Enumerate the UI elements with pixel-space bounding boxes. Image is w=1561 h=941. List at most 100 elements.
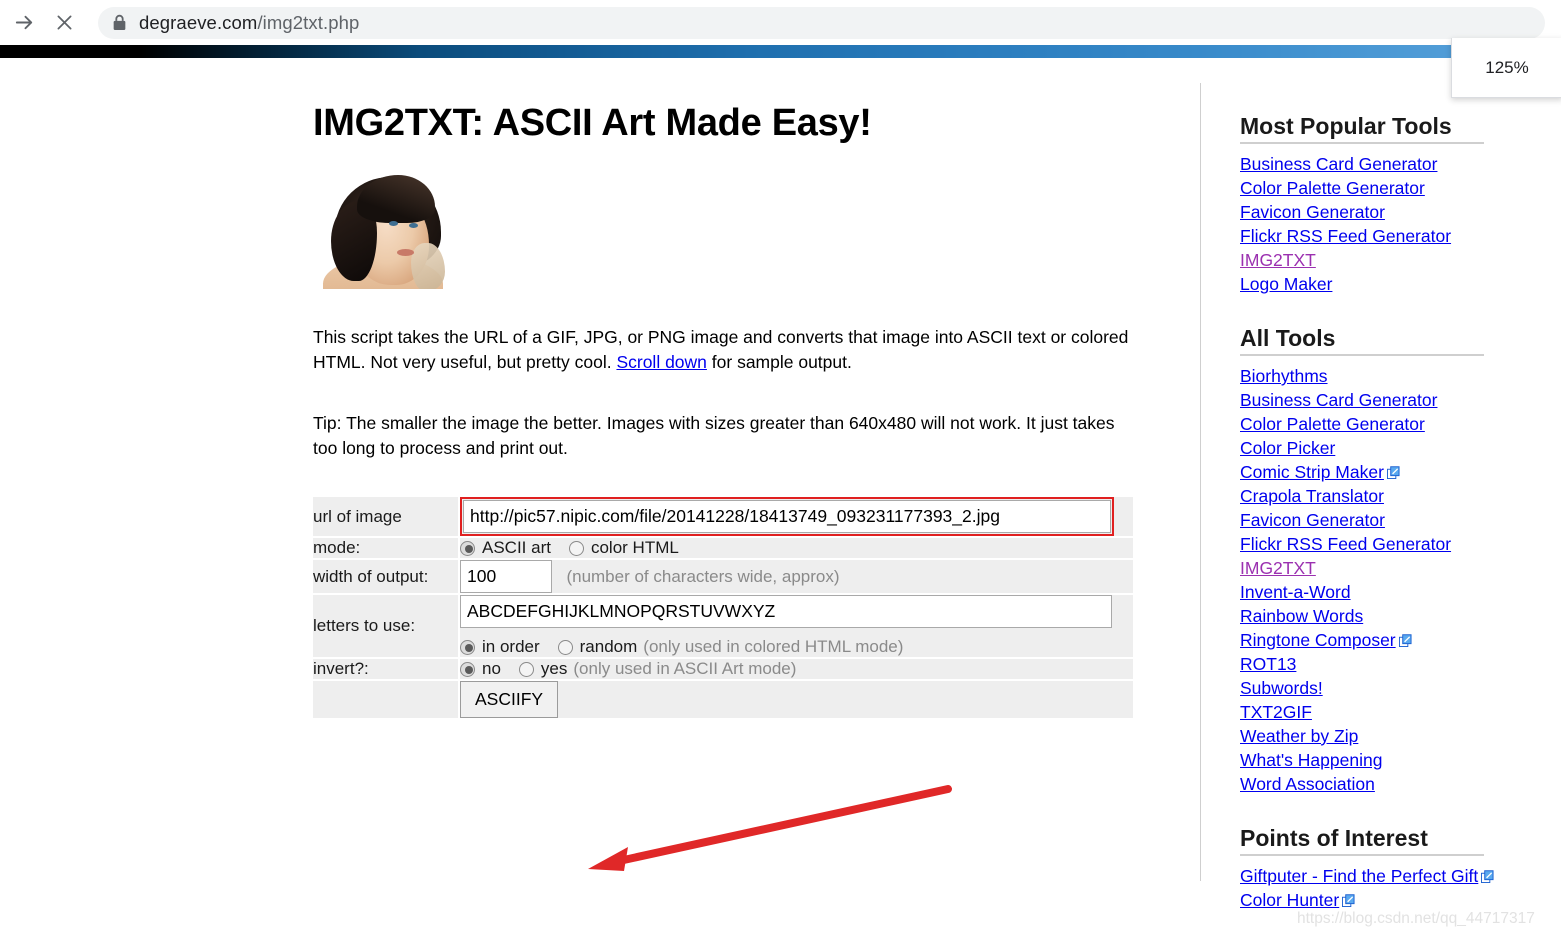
width-field-cell: (number of characters wide, approx) [460, 560, 1133, 595]
points-of-interest-list: Giftputer - Find the Perfect Gift Color H… [1240, 865, 1540, 913]
form-row-width: width of output: (number of characters w… [313, 560, 1133, 595]
list-item: Biorhythms [1240, 365, 1540, 389]
zoom-level-text: 125% [1485, 57, 1529, 77]
list-item: Rainbow Words [1240, 605, 1540, 629]
all-link-word-association[interactable]: Word Association [1240, 774, 1375, 794]
list-item: Invent-a-Word [1240, 581, 1540, 605]
popular-tools-rule [1240, 142, 1484, 144]
all-link-flickr-rss-feed-generator[interactable]: Flickr RSS Feed Generator [1240, 534, 1451, 554]
list-item: What's Happening [1240, 749, 1540, 773]
radio-label-color-html: color HTML [590, 538, 679, 557]
all-link-what-s-happening[interactable]: What's Happening [1240, 750, 1382, 770]
radio-dot-invert-no[interactable] [460, 661, 475, 677]
radio-dot-ascii-art[interactable] [460, 540, 475, 556]
radio-mode-ascii-art[interactable]: ASCII art [460, 538, 551, 558]
radio-label-ascii-art: ASCII art [482, 538, 551, 557]
radio-dot-color-html[interactable] [568, 540, 584, 556]
all-link-color-palette-generator[interactable]: Color Palette Generator [1240, 414, 1425, 434]
radio-dot-in-order[interactable] [460, 639, 475, 655]
points-of-interest-rule [1240, 854, 1484, 856]
external-link-icon [1398, 634, 1412, 647]
address-bar[interactable]: degraeve.com/img2txt.php [98, 6, 1545, 39]
all-link-color-picker[interactable]: Color Picker [1240, 438, 1335, 458]
width-input[interactable] [460, 560, 552, 593]
width-label: width of output: [313, 560, 460, 595]
all-tools-rule [1240, 354, 1484, 356]
list-item: Color Picker [1240, 437, 1540, 461]
popular-link-flickr-rss-feed-generator[interactable]: Flickr RSS Feed Generator [1240, 226, 1451, 246]
form-row-letters: letters to use: in order random [313, 595, 1133, 659]
stop-loading-button[interactable] [44, 3, 84, 43]
list-item: ROT13 [1240, 653, 1540, 677]
list-item: Favicon Generator [1240, 509, 1540, 533]
popular-link-img2txt[interactable]: IMG2TXT [1240, 250, 1316, 270]
list-item: Color Palette Generator [1240, 177, 1540, 201]
all-link-weather-by-zip[interactable]: Weather by Zip [1240, 726, 1358, 746]
all-link-subwords[interactable]: Subwords! [1240, 678, 1323, 698]
all-link-business-card-generator[interactable]: Business Card Generator [1240, 390, 1437, 410]
all-link-ringtone-composer[interactable]: Ringtone Composer [1240, 630, 1396, 650]
popular-link-business-card-generator[interactable]: Business Card Generator [1240, 154, 1437, 174]
radio-invert-no[interactable]: no [460, 659, 501, 679]
page-content: IMG2TXT: ASCII Art Made Easy! This scrip… [0, 58, 1561, 927]
radio-dot-random[interactable] [557, 639, 573, 655]
url-label: url of image [313, 497, 460, 538]
list-item: IMG2TXT [1240, 249, 1540, 273]
sidebar-divider [1200, 83, 1201, 881]
all-link-img2txt[interactable]: IMG2TXT [1240, 558, 1316, 578]
popular-link-logo-maker[interactable]: Logo Maker [1240, 274, 1332, 294]
url-input[interactable] [463, 500, 1111, 533]
main-column: IMG2TXT: ASCII Art Made Easy! This scrip… [313, 102, 1143, 720]
forward-button[interactable] [4, 3, 44, 43]
invert-field-cell: no yes (only used in ASCII Art mode) [460, 659, 1133, 681]
radio-order-random[interactable]: random [557, 637, 638, 657]
radio-invert-yes[interactable]: yes [518, 659, 567, 679]
list-item: TXT2GIF [1240, 701, 1540, 725]
lock-icon [112, 14, 127, 31]
intro-text-part2: for sample output. [706, 352, 852, 372]
all-link-rainbow-words[interactable]: Rainbow Words [1240, 606, 1363, 626]
blog-watermark: https://blog.csdn.net/qq_44717317 [1297, 910, 1535, 927]
poi-link-giftputer-find-the-perfect-gift[interactable]: Giftputer - Find the Perfect Gift [1240, 866, 1478, 886]
popular-link-favicon-generator[interactable]: Favicon Generator [1240, 202, 1385, 222]
browser-toolbar: degraeve.com/img2txt.php [0, 0, 1561, 45]
all-link-invent-a-word[interactable]: Invent-a-Word [1240, 582, 1351, 602]
all-link-comic-strip-maker[interactable]: Comic Strip Maker [1240, 462, 1384, 482]
all-link-rot13[interactable]: ROT13 [1240, 654, 1296, 674]
list-item: Logo Maker [1240, 273, 1540, 297]
all-link-txt2gif[interactable]: TXT2GIF [1240, 702, 1312, 722]
list-item: Comic Strip Maker [1240, 461, 1540, 485]
external-link-icon [1342, 894, 1355, 907]
radio-order-in-order[interactable]: in order [460, 637, 540, 657]
points-of-interest-heading: Points of Interest [1240, 825, 1428, 851]
site-header-stripe [0, 45, 1561, 58]
url-host: degraeve.com [139, 11, 258, 33]
invert-hint: (only used in ASCII Art mode) [573, 659, 797, 678]
radio-mode-color-html[interactable]: color HTML [568, 538, 679, 558]
list-item: Subwords! [1240, 677, 1540, 701]
all-link-crapola-translator[interactable]: Crapola Translator [1240, 486, 1384, 506]
letters-input[interactable] [460, 595, 1112, 628]
external-link-icon [1481, 870, 1494, 883]
address-bar-url: degraeve.com/img2txt.php [139, 12, 359, 34]
poi-link-color-hunter[interactable]: Color Hunter [1240, 890, 1339, 910]
intro-paragraph: This script takes the URL of a GIF, JPG,… [313, 325, 1131, 375]
scroll-down-link[interactable]: Scroll down [616, 352, 706, 372]
order-hint: (only used in colored HTML mode) [643, 637, 904, 656]
popular-tools-list: Business Card Generator Color Palette Gen… [1240, 153, 1540, 297]
all-link-biorhythms[interactable]: Biorhythms [1240, 366, 1328, 386]
arrow-right-icon [15, 15, 32, 30]
list-item: Crapola Translator [1240, 485, 1540, 509]
list-item: Ringtone Composer [1240, 629, 1540, 653]
width-hint: (number of characters wide, approx) [566, 567, 840, 586]
form-row-url: url of image [313, 497, 1133, 538]
asciify-button[interactable]: ASCIIFY [460, 681, 559, 718]
close-x-icon [57, 15, 71, 30]
zoom-indicator-bubble[interactable]: 125% [1451, 38, 1561, 98]
hero-portrait-image [313, 167, 458, 289]
popular-link-color-palette-generator[interactable]: Color Palette Generator [1240, 178, 1425, 198]
radio-label-random: random [579, 637, 638, 656]
all-link-favicon-generator[interactable]: Favicon Generator [1240, 510, 1385, 530]
tip-paragraph: Tip: The smaller the image the better. I… [313, 413, 1115, 458]
radio-dot-invert-yes[interactable] [518, 661, 534, 677]
